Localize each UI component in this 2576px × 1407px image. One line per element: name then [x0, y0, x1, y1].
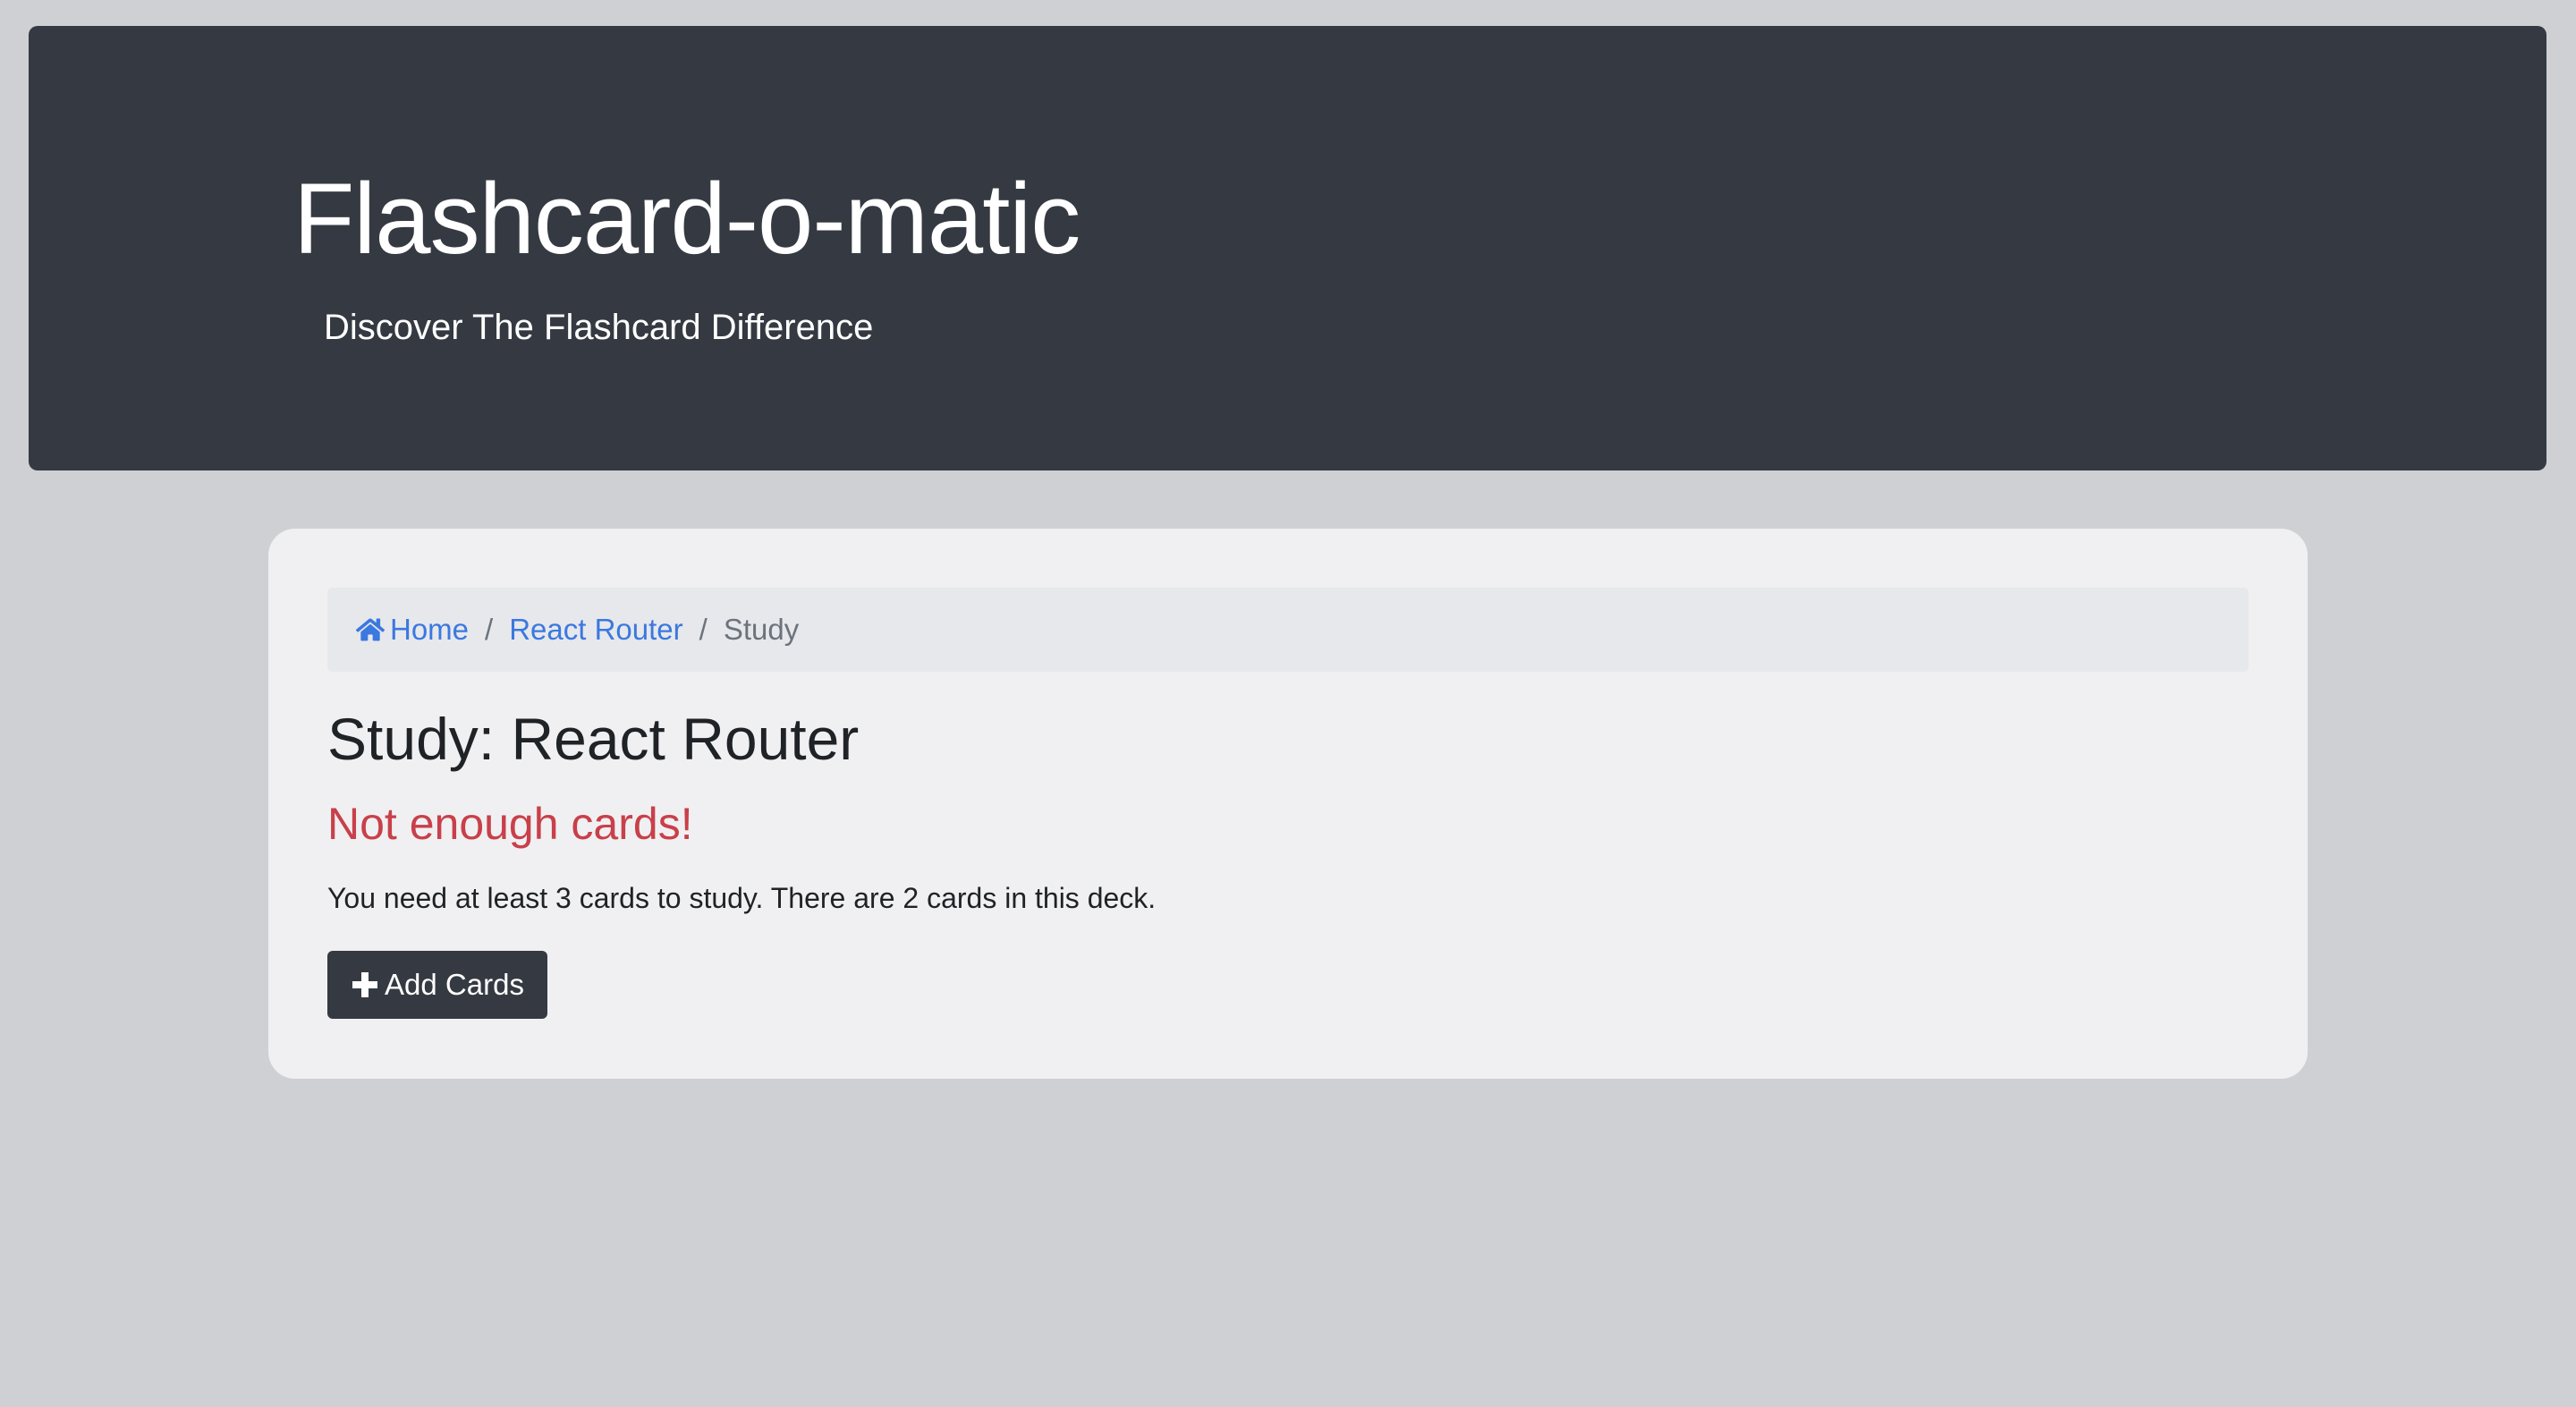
breadcrumb-separator: / — [485, 613, 494, 646]
home-icon — [356, 618, 385, 641]
not-enough-cards-heading: Not enough cards! — [327, 799, 693, 849]
breadcrumb-home-label: Home — [390, 613, 470, 646]
breadcrumb-separator: / — [699, 613, 708, 646]
breadcrumb-deck-link[interactable]: React Router — [509, 613, 682, 647]
add-cards-label: Add Cards — [385, 968, 524, 1001]
app-header: Flashcard-o-matic Discover The Flashcard… — [29, 26, 2546, 470]
breadcrumb-current: Study — [723, 613, 800, 646]
app-title: Flashcard-o-matic — [293, 163, 1080, 275]
app-subtitle: Discover The Flashcard Difference — [324, 308, 874, 347]
study-card: Home / React Router / Study Study: React… — [268, 529, 2308, 1079]
page-title: Study: React Router — [327, 706, 860, 772]
not-enough-cards-message: You need at least 3 cards to study. Ther… — [327, 882, 1157, 914]
breadcrumb-home-link[interactable]: Home — [356, 613, 469, 647]
add-cards-button[interactable]: Add Cards — [327, 951, 547, 1019]
plus-icon — [352, 972, 378, 997]
breadcrumb: Home / React Router / Study — [327, 588, 2249, 672]
